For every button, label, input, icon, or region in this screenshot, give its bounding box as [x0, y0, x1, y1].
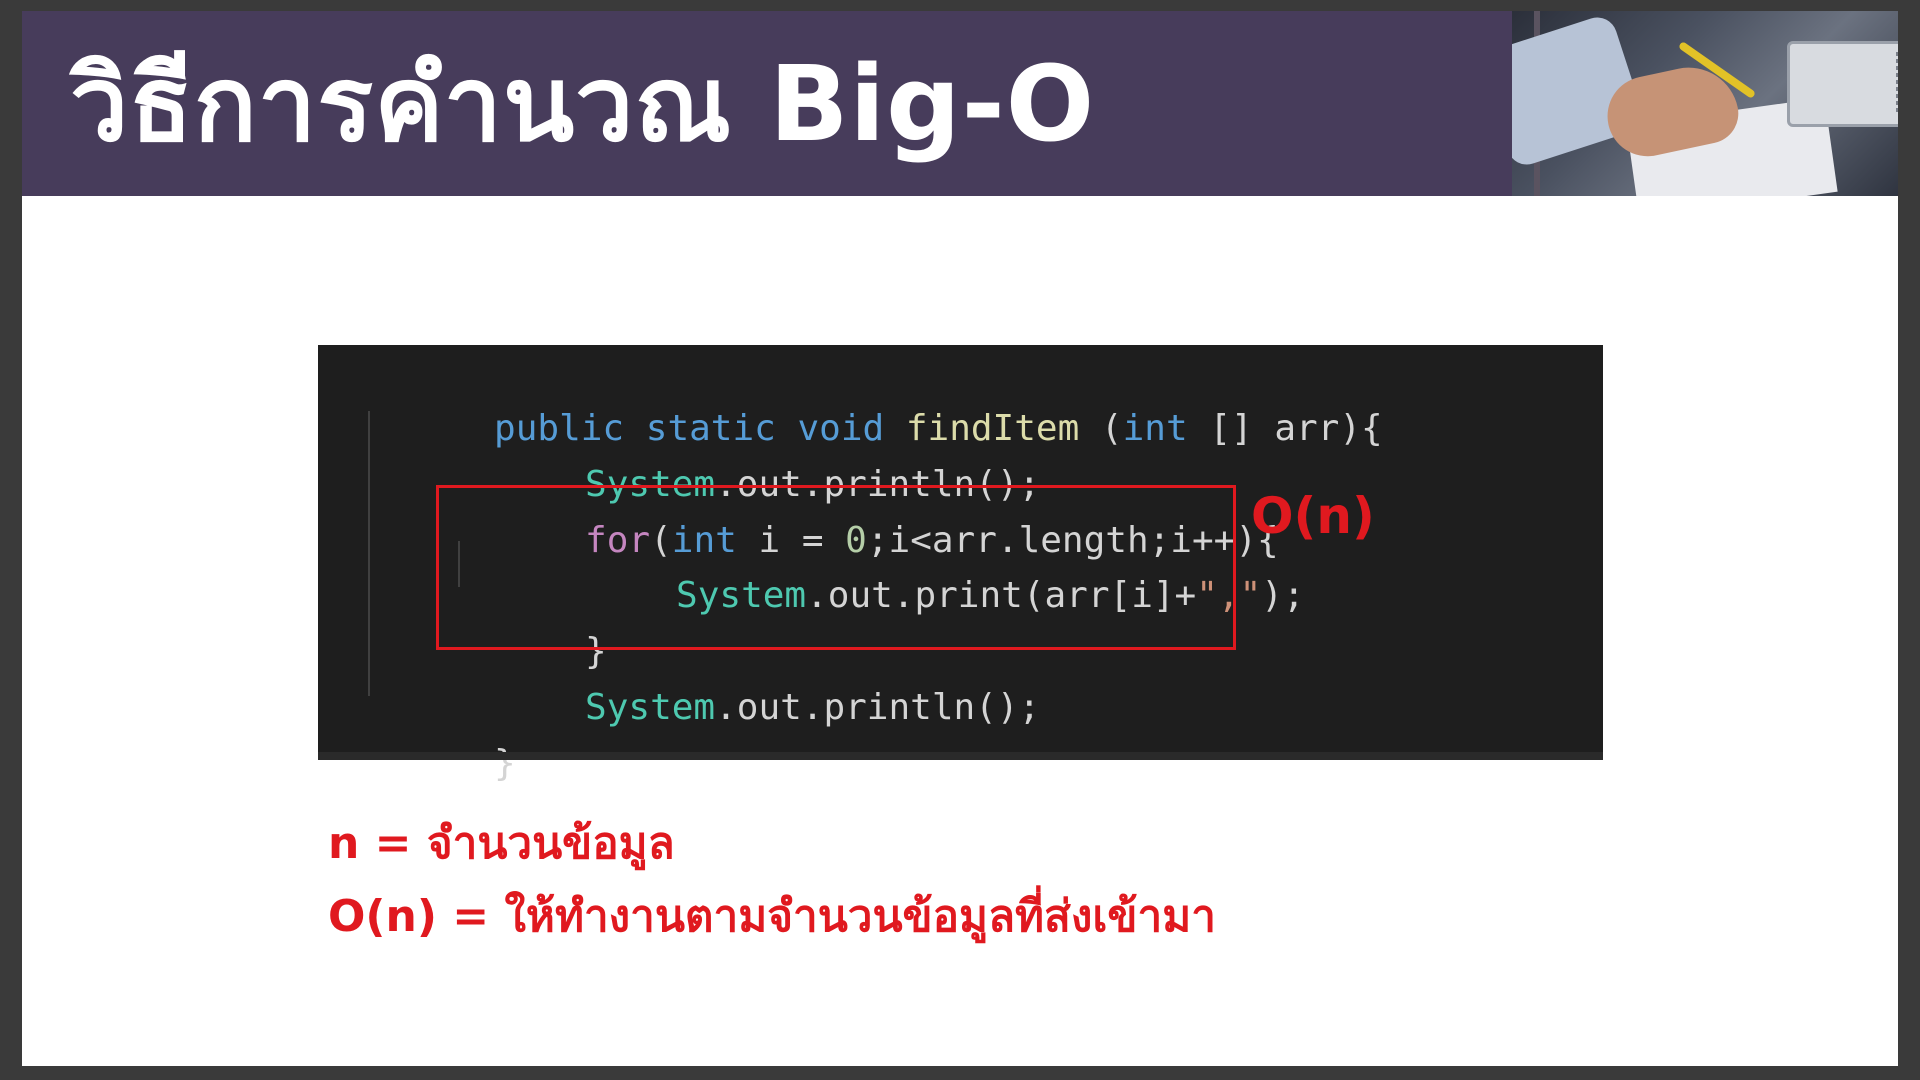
- code-text: }: [494, 743, 516, 784]
- code-class-name: System: [585, 687, 716, 728]
- note-line-1: n = จำนวนข้อมูล: [328, 818, 675, 869]
- slide-title: วิธีการคำนวณ Big-O: [70, 43, 1096, 165]
- header-photo: [1512, 11, 1898, 196]
- code-panel-bottom-bar: [318, 752, 1603, 760]
- slide: วิธีการคำนวณ Big-O public static void fi…: [22, 11, 1898, 1066]
- code-text: );: [1261, 575, 1305, 616]
- complexity-label: O(n): [1251, 487, 1375, 545]
- code-text: [] arr){: [1187, 408, 1383, 449]
- note-line-2: O(n) = ให้ทำงานตามจำนวนข้อมูลที่ส่งเข้าม…: [328, 891, 1216, 942]
- slide-header: วิธีการคำนวณ Big-O: [22, 11, 1898, 196]
- loop-highlight-box: [436, 485, 1236, 650]
- photo-laptop: [1787, 41, 1898, 127]
- code-text: .out.println();: [715, 687, 1041, 728]
- code-text: (: [1079, 408, 1123, 449]
- photo-laptop-keys: [1896, 52, 1898, 112]
- code-type: int: [1122, 408, 1188, 449]
